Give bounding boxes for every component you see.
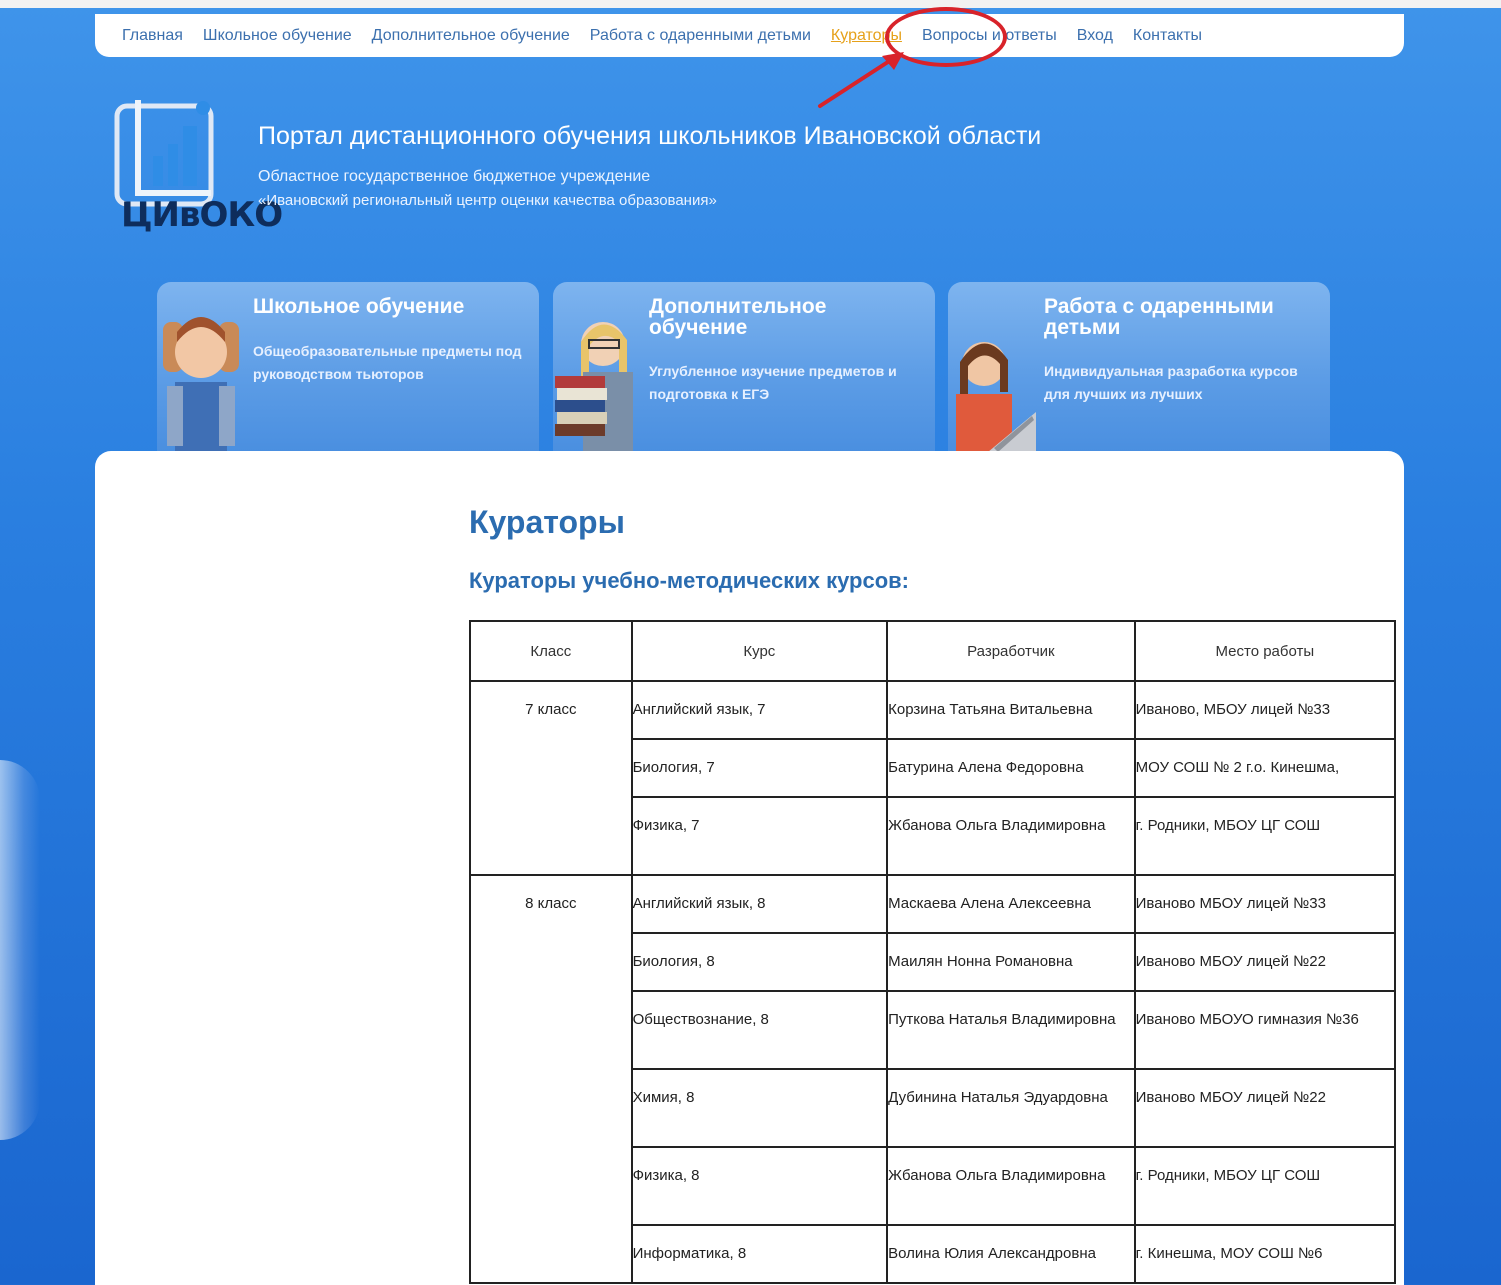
workplace-cell: Иваново МБОУО гимназия №36 xyxy=(1133,990,1397,1070)
background-swoosh xyxy=(0,760,40,1140)
column-header-developer: Разработчик xyxy=(886,620,1136,682)
column-header-course: Курс xyxy=(630,620,889,682)
boy-photo-icon xyxy=(163,317,239,452)
curators-table: Класс Курс Разработчик Место работы 7 кл… xyxy=(469,620,1397,1284)
course-cell: Физика, 7 xyxy=(630,796,889,876)
column-header-workplace: Место работы xyxy=(1133,620,1397,682)
course-cell: Биология, 7 xyxy=(630,738,889,798)
course-cell: Химия, 8 xyxy=(630,1068,889,1148)
girl-with-laptop-photo-icon xyxy=(956,342,1036,452)
developer-cell: Батурина Алена Федоровна xyxy=(886,738,1136,798)
nav-item-contacts[interactable]: Контакты xyxy=(1133,27,1202,45)
card-description: Индивидуальная разработка курсов для луч… xyxy=(1044,363,1298,402)
browser-top-strip xyxy=(0,0,1501,8)
card-additional-education[interactable]: Дополнительное обучение Углубленное изуч… xyxy=(553,282,935,452)
site-title: Портал дистанционного обучения школьнико… xyxy=(258,122,1042,150)
card-title: Школьное обучение xyxy=(253,295,465,318)
card-title: Дополнительное обучение xyxy=(649,295,827,339)
workplace-cell: Иваново МБОУ лицей №22 xyxy=(1133,1068,1397,1148)
top-navigation: Главная Школьное обучение Дополнительное… xyxy=(95,14,1404,57)
table-row: 7 класс Английский язык, 7 Корзина Татья… xyxy=(469,680,1397,876)
nav-item-school-education[interactable]: Школьное обучение xyxy=(203,27,352,45)
course-cell: Английский язык, 8 xyxy=(630,874,889,934)
developer-cell: Путкова Наталья Владимировна xyxy=(886,990,1136,1070)
developer-cell: Дубинина Наталья Эдуардовна xyxy=(886,1068,1136,1148)
page-title: Кураторы xyxy=(469,504,625,540)
developer-cell: Жбанова Ольга Владимировна xyxy=(886,796,1136,876)
class-cell: 8 класс xyxy=(469,874,633,1284)
card-school-education[interactable]: Школьное обучение Общеобразовательные пр… xyxy=(157,282,539,452)
card-description: Общеобразовательные предметы под руковод… xyxy=(253,343,522,382)
developer-cell: Маилян Нонна Романовна xyxy=(886,932,1136,992)
workplace-cell: Иваново МБОУ лицей №22 xyxy=(1133,932,1397,992)
developer-cell: Жбанова Ольга Владимировна xyxy=(886,1146,1136,1226)
nav-item-gifted-children[interactable]: Работа с одаренными детьми xyxy=(590,27,811,45)
workplace-cell: МОУ СОШ № 2 г.о. Кинешма, xyxy=(1133,738,1397,798)
course-cell: Английский язык, 7 xyxy=(630,680,889,740)
workplace-cell: г. Родники, МБОУ ЦГ СОШ xyxy=(1133,796,1397,876)
nav-item-additional-education[interactable]: Дополнительное обучение xyxy=(372,27,570,45)
pointer-arrow-icon xyxy=(818,52,904,108)
developer-cell: Волина Юлия Александровна xyxy=(886,1224,1136,1284)
card-description: Углубленное изучение предметов и подгото… xyxy=(649,363,897,402)
table-row: 8 класс Английский язык, 8 Маскаева Ален… xyxy=(469,874,1397,1284)
course-cell: Информатика, 8 xyxy=(630,1224,889,1284)
site-subtitle-line2: «Ивановский региональный центр оценки ка… xyxy=(258,192,717,209)
workplace-cell: Иваново МБОУ лицей №33 xyxy=(1133,874,1397,934)
workplace-cell: г. Кинешма, МОУ СОШ №6 xyxy=(1133,1224,1397,1284)
card-gifted-children[interactable]: Работа с одаренными детьми Индивидуальна… xyxy=(948,282,1330,452)
workplace-cell: Иваново, МБОУ лицей №33 xyxy=(1133,680,1397,740)
site-subtitle-line1: Областное государственное бюджетное учре… xyxy=(258,168,651,185)
nav-item-login[interactable]: Вход xyxy=(1077,27,1113,45)
course-cell: Физика, 8 xyxy=(630,1146,889,1226)
girl-with-books-photo-icon xyxy=(555,322,633,452)
developer-cell: Маскаева Алена Алексеевна xyxy=(886,874,1136,934)
card-title: Работа с одаренными детьми xyxy=(1044,295,1274,339)
course-cell: Биология, 8 xyxy=(630,932,889,992)
workplace-cell: г. Родники, МБОУ ЦГ СОШ xyxy=(1133,1146,1397,1226)
column-header-class: Класс xyxy=(469,620,633,682)
section-subtitle: Кураторы учебно-методических курсов: xyxy=(469,568,909,593)
table-header-row: Класс Курс Разработчик Место работы xyxy=(469,620,1397,682)
nav-item-home[interactable]: Главная xyxy=(122,27,183,45)
course-cell: Обществознание, 8 xyxy=(630,990,889,1070)
developer-cell: Корзина Татьяна Витальевна xyxy=(886,680,1136,740)
class-cell: 7 класс xyxy=(469,680,633,876)
